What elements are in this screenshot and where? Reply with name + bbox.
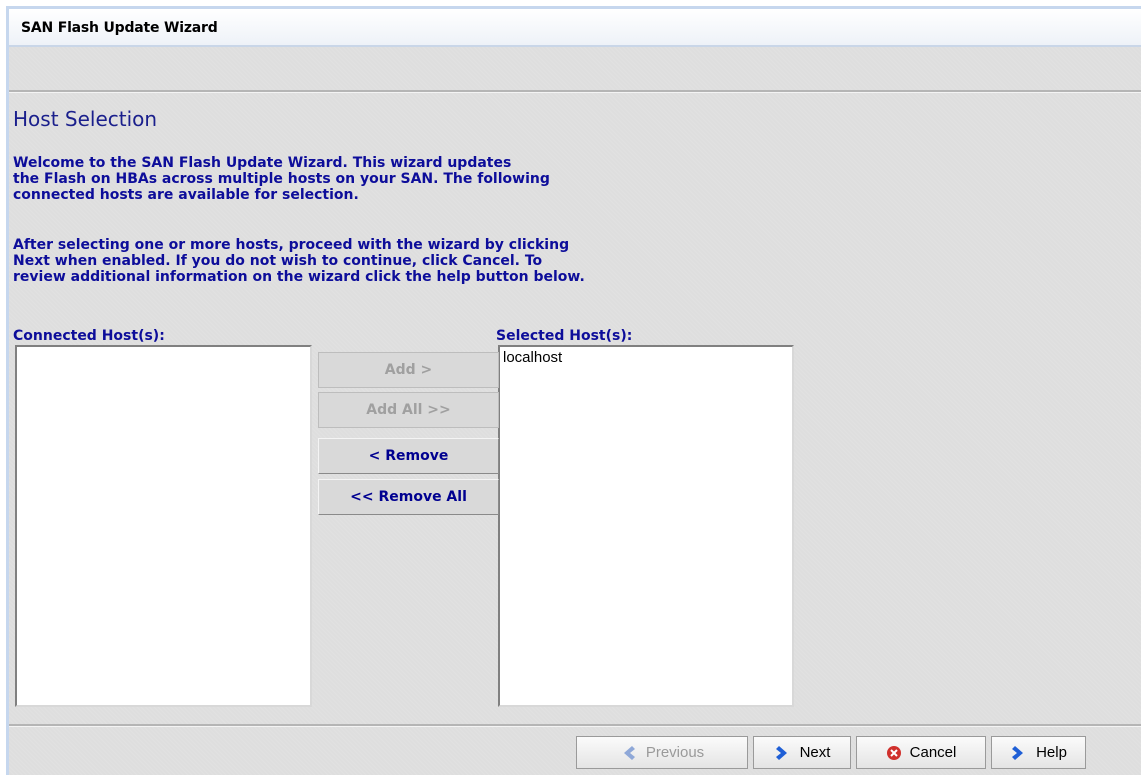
help-button[interactable]: Help [991,736,1086,769]
title-bar: SAN Flash Update Wizard [9,9,1141,47]
bottom-divider [9,724,1141,727]
top-divider [9,90,1141,93]
add-button[interactable]: Add > [318,352,499,388]
previous-label: Previous [645,744,705,761]
instructions-description: After selecting one or more hosts, proce… [13,237,585,285]
window-title: SAN Flash Update Wizard [21,20,218,36]
selected-hosts-list[interactable]: localhost [498,345,794,707]
cancel-button[interactable]: Cancel [856,736,986,769]
cancel-label: Cancel [909,744,957,761]
next-label: Next [799,744,831,761]
remove-button[interactable]: < Remove [318,438,499,474]
welcome-description: Welcome to the SAN Flash Update Wizard. … [13,155,550,203]
chevron-right-icon [1010,745,1028,761]
wizard-window: SAN Flash Update Wizard Host Selection W… [6,6,1141,775]
selected-hosts-label: Selected Host(s): [496,328,633,344]
list-item[interactable]: localhost [500,347,792,368]
connected-hosts-list[interactable] [15,345,312,707]
cancel-icon [886,745,902,761]
remove-all-button[interactable]: << Remove All [318,479,499,515]
chevron-right-icon [774,745,792,761]
connected-hosts-label: Connected Host(s): [13,328,165,344]
help-label: Help [1036,744,1067,761]
add-all-button[interactable]: Add All >> [318,392,499,428]
page-heading: Host Selection [13,107,158,131]
previous-button[interactable]: Previous [576,736,748,769]
wizard-content: Host Selection Welcome to the SAN Flash … [9,47,1141,775]
chevron-left-icon [620,745,638,761]
next-button[interactable]: Next [753,736,851,769]
